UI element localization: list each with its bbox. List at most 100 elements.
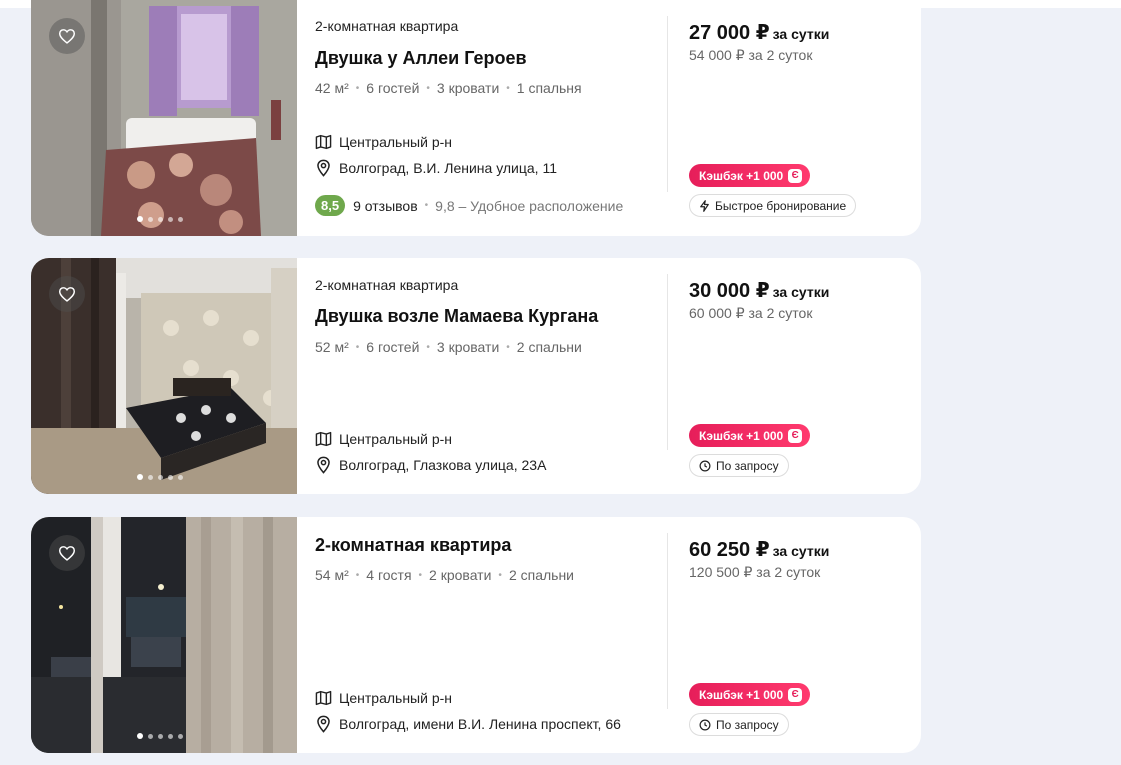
photo-dot[interactable] [148,733,153,739]
listing-info: 2-комнатная квартира Двушка возле Мамаев… [315,258,675,494]
listing-photo[interactable] [31,517,297,753]
listing-info: 2-комнатная квартира 54 м² • 4 гостя • 2 к… [315,517,675,753]
booking-tag[interactable]: По запросу [689,713,789,736]
listing-info: 2-комнатная квартира Двушка у Аллеи Геро… [315,0,675,236]
rating-separator: • [424,200,429,211]
photo-pagination[interactable] [137,733,183,739]
location-pin-icon [317,159,330,177]
cashback-badge[interactable]: Кэшбэк +1 000 Є [689,424,811,447]
cashback-text: Кэшбэк +1 000 [699,687,784,702]
listing-district: Центральный р-н [315,690,452,706]
spec-area: 54 м² [315,567,349,583]
cashback-text: Кэшбэк +1 000 [699,168,784,183]
heart-icon [58,29,76,44]
listing-photo[interactable] [31,258,297,494]
heart-icon [58,287,76,302]
rating-badge: 8,5 [315,195,346,216]
spec-area: 52 м² [315,339,349,355]
spec-separator: • [498,569,502,581]
photo-dot[interactable] [137,733,143,739]
spec-bedrooms: 2 спальни [516,339,582,355]
photo-dot[interactable] [178,733,183,739]
cashback-badge[interactable]: Кэшбэк +1 000 Є [689,164,811,187]
cashback-coin-icon: Є [788,687,803,702]
listing-title[interactable]: Двушка у Аллеи Героев [315,48,527,69]
spec-bedrooms: 1 спальня [516,80,582,96]
card-divider [667,16,668,192]
rating-note: 9,8 – Удобное расположение [435,197,624,214]
location-pin-icon [317,715,330,733]
photo-pagination[interactable] [137,474,183,480]
photo-dot[interactable] [178,216,183,222]
photo-dot[interactable] [137,216,143,222]
booking-tag-text: Быстрое бронирование [715,198,847,213]
favorite-button[interactable] [49,18,85,54]
price-amount: 30 000 ₽ [689,280,770,302]
card-divider [667,533,668,709]
map-icon [315,690,332,706]
photo-dot[interactable] [158,216,163,222]
spec-separator: • [355,82,360,94]
listing-title[interactable]: 2-комнатная квартира [315,535,511,556]
spec-separator: • [426,341,430,353]
lightning-icon [700,199,709,212]
clock-icon [699,719,711,730]
spec-beds: 3 кровати [436,80,500,96]
photo-dot[interactable] [158,733,163,739]
card-divider [667,274,668,450]
price-total: 120 500 ₽ за 2 суток [689,564,821,580]
photo-dot[interactable] [148,216,153,222]
photo-dot[interactable] [148,474,153,480]
price: 27 000 ₽ за сутки [689,20,829,45]
listing-specs: 52 м² • 6 гостей • 3 кровати • 2 спальни [315,339,582,355]
listing-district: Центральный р-н [315,431,452,447]
photo-pagination[interactable] [137,216,183,222]
price-amount: 27 000 ₽ [689,22,770,44]
photo-dot[interactable] [158,474,163,480]
listing-specs: 42 м² • 6 гостей • 3 кровати • 1 спальня [315,80,582,96]
cashback-badge[interactable]: Кэшбэк +1 000 Є [689,683,811,706]
listing-subtype: 2-комнатная квартира [315,277,459,293]
favorite-button[interactable] [49,276,85,312]
spec-separator: • [506,82,510,94]
address-text: Волгоград, Глазкова улица, 23А [339,457,547,473]
spec-area: 42 м² [315,80,349,96]
photo-dot[interactable] [168,216,173,222]
listing-district: Центральный р-н [315,134,452,150]
cashback-coin-icon: Є [788,428,803,443]
cashback-coin-icon: Є [788,168,803,183]
price-unit: за сутки [772,543,830,559]
photo-dot[interactable] [178,474,183,480]
favorite-button[interactable] [49,535,85,571]
price: 30 000 ₽ за сутки [689,278,829,303]
spec-separator: • [506,341,510,353]
booking-tag-text: По запросу [716,458,779,473]
price-total: 54 000 ₽ за 2 суток [689,47,813,63]
clock-icon [699,460,711,471]
listing-rating[interactable]: 8,5 9 отзывов • 9,8 – Удобное расположен… [315,195,623,216]
spec-separator: • [355,341,360,353]
spec-bedrooms: 2 спальни [508,567,574,583]
photo-dot[interactable] [168,474,173,480]
spec-guests: 6 гостей [366,339,420,355]
map-icon [315,134,332,150]
photo-dot[interactable] [168,733,173,739]
listing-card[interactable]: 2-комнатная квартира Двушка у Аллеи Геро… [31,0,921,236]
photo-dot[interactable] [137,474,143,480]
listing-address: Волгоград, В.И. Ленина улица, 11 [315,159,557,177]
listing-card[interactable]: 2-комнатная квартира Двушка возле Мамаев… [31,258,921,494]
spec-beds: 2 кровати [429,567,492,583]
listing-address: Волгоград, Глазкова улица, 23А [315,456,546,474]
listing-specs: 54 м² • 4 гостя • 2 кровати • 2 спальни [315,567,574,583]
reviews-count[interactable]: 9 отзывов [353,198,418,214]
listing-photo[interactable] [31,0,297,236]
booking-tag[interactable]: По запросу [689,454,789,477]
booking-tag[interactable]: Быстрое бронирование [689,194,857,217]
price-amount: 60 250 ₽ [689,539,770,561]
price-unit: за сутки [772,26,830,42]
listing-title[interactable]: Двушка возле Мамаева Кургана [315,306,598,327]
spec-beds: 3 кровати [436,339,500,355]
spec-guests: 6 гостей [366,80,420,96]
address-text: Волгоград, В.И. Ленина улица, 11 [339,160,557,176]
listing-card[interactable]: 2-комнатная квартира 54 м² • 4 гостя • 2 к… [31,517,921,753]
